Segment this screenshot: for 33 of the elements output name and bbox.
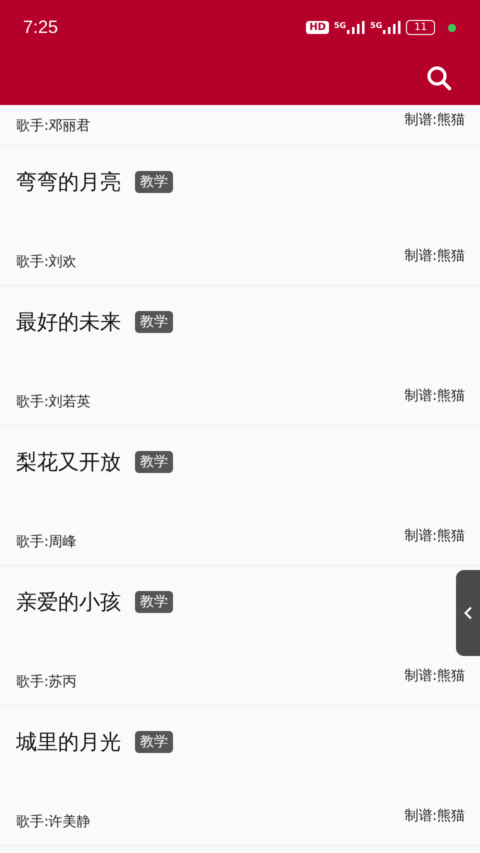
signal-icon [383,21,402,34]
singer-text: 歌手:刘欢 [16,253,77,271]
tag-label: 教学 [135,171,173,193]
tag-label: 教学 [135,591,173,613]
transcriber-text: 制谱:熊猫 [404,387,465,405]
side-drawer-handle[interactable] [456,570,480,656]
signal-icon [347,21,366,34]
song-title: 最好的未来 [16,309,121,336]
transcriber-text: 制谱:熊猫 [404,807,465,825]
tag-label: 教学 [135,731,173,753]
transcriber-text: 制谱:熊猫 [404,667,465,685]
transcriber-text: 制谱:熊猫 [404,247,465,265]
singer-text: 歌手:刘若英 [16,393,91,411]
singer-text: 歌手:邓丽君 [16,117,91,135]
transcriber-text: 制谱:熊猫 [404,527,465,545]
song-title: 亲爱的小孩 [16,589,121,616]
chevron-left-icon [463,606,473,620]
song-title: 弯弯的月亮 [16,169,121,196]
singer-text: 歌手:周峰 [16,533,77,551]
search-icon [426,65,452,91]
hd-voice-badge: HD [306,21,329,34]
battery-indicator: 11 [406,20,435,35]
singer-text: 歌手:许美静 [16,813,91,831]
song-title: 城里的月光 [16,729,121,756]
status-time: 7:25 [23,17,58,38]
network-type-label: 5G [334,21,346,30]
tag-label: 教学 [135,451,173,473]
singer-text: 歌手:苏丙 [16,673,77,691]
tag-label: 教学 [135,311,173,333]
song-title: 梨花又开放 [16,449,121,476]
network-type-label: 5G [370,21,382,30]
privacy-dot-icon [448,24,456,32]
transcriber-text: 制谱:熊猫 [404,111,465,129]
